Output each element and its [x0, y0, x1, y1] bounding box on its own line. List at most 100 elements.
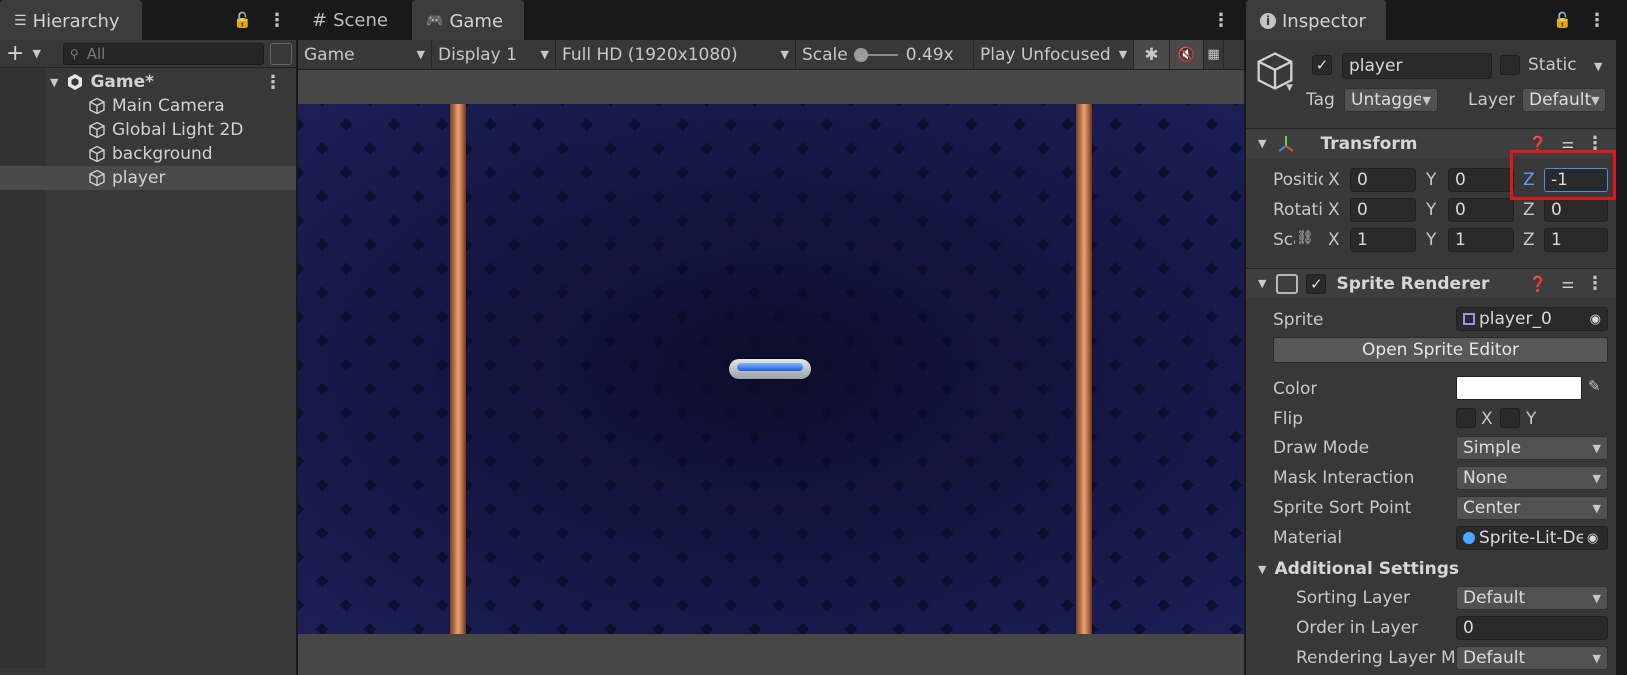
tree-row-global-light[interactable]: Global Light 2D — [0, 118, 296, 142]
hierarchy-search-input[interactable]: ⚲ All — [62, 42, 264, 65]
rotation-x-label[interactable]: X — [1328, 200, 1340, 220]
flip-y-label: Y — [1526, 409, 1537, 429]
foldout-chevron-icon[interactable]: ▼ — [1258, 277, 1266, 290]
scale-z-input[interactable]: 1 — [1544, 228, 1608, 252]
sprite-renderer-enabled-checkbox[interactable]: ✓ — [1306, 273, 1327, 294]
scale-z-label[interactable]: Z — [1523, 230, 1535, 250]
order-in-layer-input[interactable]: 0 — [1456, 616, 1608, 640]
tab-game[interactable]: 🎮 Game — [412, 0, 524, 40]
help-icon[interactable]: ❓ — [1529, 275, 1548, 293]
constrain-proportions-icon[interactable]: ⛓ — [1296, 230, 1314, 246]
scale-slider[interactable]: Scale 0.49x — [796, 40, 974, 69]
game-render[interactable] — [298, 104, 1244, 634]
lock-icon[interactable]: 🔓 — [227, 0, 258, 40]
position-y-input[interactable]: 0 — [1448, 168, 1514, 192]
add-dropdown-chevron-icon[interactable]: ▼ — [32, 47, 40, 60]
rotation-z-label[interactable]: Z — [1523, 200, 1535, 220]
mute-toggle[interactable]: 🔇 — [1170, 40, 1204, 69]
sprite-renderer-menu-icon[interactable]: ⋮ — [1586, 273, 1604, 294]
open-sprite-editor-button[interactable]: Open Sprite Editor — [1273, 337, 1608, 363]
tab-inspector-label: Inspector — [1282, 10, 1366, 32]
root-menu-icon[interactable]: ⋮ — [264, 72, 296, 93]
rotation-z-input[interactable]: 0 — [1544, 198, 1608, 222]
layer-dropdown[interactable]: Default ▼ — [1522, 88, 1606, 112]
chevron-down-icon: ▼ — [1118, 48, 1128, 61]
sort-point-value: Center — [1463, 498, 1521, 518]
material-object-field[interactable]: Sprite-Lit-Default ◉ — [1456, 526, 1608, 550]
scale-y-label[interactable]: Y — [1426, 230, 1436, 250]
rotation-y-label[interactable]: Y — [1426, 200, 1436, 220]
sort-point-label: Sprite Sort Point — [1273, 498, 1412, 518]
position-y-label[interactable]: Y — [1426, 170, 1436, 190]
stats-icon: ▦ — [1207, 47, 1220, 62]
tab-inspector[interactable]: i Inspector — [1246, 0, 1386, 40]
active-checkbox[interactable]: ✓ — [1312, 55, 1332, 75]
tab-scene[interactable]: # Scene — [298, 0, 412, 40]
sprite-renderer-title: Sprite Renderer — [1336, 273, 1490, 294]
mask-interaction-label: Mask Interaction — [1273, 468, 1415, 488]
tree-row-player[interactable]: player — [0, 166, 296, 190]
presets-icon[interactable]: ⚌ — [1561, 276, 1574, 292]
game-mode-dropdown[interactable]: Game ▼ — [298, 40, 432, 69]
rendering-layer-label: Rendering Layer Mask — [1296, 648, 1454, 668]
static-checkbox[interactable] — [1500, 55, 1520, 75]
expand-chevron-icon[interactable]: ▼ — [50, 76, 58, 89]
rotation-y-value: 0 — [1455, 200, 1466, 220]
play-mode-dropdown[interactable]: Play Unfocused ▼ — [974, 40, 1134, 69]
color-swatch[interactable] — [1456, 376, 1582, 400]
game-menu-icon[interactable]: ⋮ — [1198, 0, 1244, 40]
position-x-input[interactable]: 0 — [1350, 168, 1416, 192]
sorting-layer-dropdown[interactable]: Default ▼ — [1456, 586, 1608, 610]
foldout-chevron-icon[interactable]: ▼ — [1258, 137, 1266, 150]
sprite-value: player_0 — [1479, 309, 1552, 329]
scale-y-input[interactable]: 1 — [1448, 228, 1514, 252]
sort-point-dropdown[interactable]: Center ▼ — [1456, 496, 1608, 520]
flip-label: Flip — [1273, 409, 1304, 429]
scene-visibility-icon[interactable] — [270, 42, 292, 65]
scale-x-label[interactable]: X — [1328, 230, 1340, 250]
eyedropper-icon[interactable]: ✎ — [1588, 377, 1601, 395]
flip-y-checkbox[interactable] — [1500, 408, 1520, 428]
object-picker-icon[interactable]: ◉ — [1587, 531, 1598, 546]
inspector-menu-icon[interactable]: ⋮ — [1578, 0, 1616, 40]
rotation-x-input[interactable]: 0 — [1350, 198, 1416, 222]
tag-dropdown[interactable]: Untagged▼ — [1344, 88, 1438, 112]
slider-track[interactable] — [853, 47, 898, 62]
resolution-dropdown[interactable]: Full HD (1920x1080) ▼ — [556, 40, 796, 69]
flip-x-checkbox[interactable] — [1456, 408, 1476, 428]
position-x-label[interactable]: X — [1328, 170, 1340, 190]
additional-settings-header[interactable]: ▼ Additional Settings — [1246, 556, 1616, 582]
sorting-layer-value: Default — [1463, 588, 1526, 608]
add-icon[interactable]: + — [4, 41, 26, 66]
mask-interaction-dropdown[interactable]: None ▼ — [1456, 466, 1608, 490]
object-picker-icon[interactable]: ◉ — [1590, 312, 1601, 327]
gameobject-cube-icon — [88, 145, 106, 163]
tree-row-root[interactable]: ▼ Game* ⋮ — [0, 70, 296, 94]
rotation-y-input[interactable]: 0 — [1448, 198, 1514, 222]
scale-x-input[interactable]: 1 — [1350, 228, 1416, 252]
sprite-renderer-header[interactable]: ▼ ✓ Sprite Renderer ❓ ⚌ ⋮ — [1246, 268, 1616, 298]
tag-value: Untagged — [1351, 90, 1421, 110]
object-name-input[interactable]: player — [1342, 53, 1492, 79]
info-icon: i — [1260, 13, 1276, 29]
draw-mode-dropdown[interactable]: Simple ▼ — [1456, 436, 1608, 460]
tree-row-main-camera[interactable]: Main Camera — [0, 94, 296, 118]
slider-handle[interactable] — [853, 47, 868, 62]
flip-x-label: X — [1481, 409, 1493, 429]
icon-dropdown-chevron-icon[interactable]: ▼ — [1286, 83, 1293, 93]
rotation-x-value: 0 — [1357, 200, 1368, 220]
stats-toggle[interactable]: ▦ — [1204, 40, 1224, 69]
tab-hierarchy[interactable]: ☰ Hierarchy — [0, 0, 142, 40]
rendering-layer-dropdown[interactable]: Default ▼ — [1456, 646, 1608, 670]
static-dropdown-chevron-icon[interactable]: ▼ — [1594, 60, 1602, 73]
tree-row-background[interactable]: background — [0, 142, 296, 166]
foldout-chevron-icon[interactable]: ▼ — [1258, 563, 1266, 576]
scale-z-value: 1 — [1551, 230, 1562, 250]
gameobject-cube-icon — [88, 121, 106, 139]
hierarchy-menu-icon[interactable]: ⋮ — [258, 0, 296, 40]
sprite-object-field[interactable]: player_0 ◉ — [1456, 307, 1608, 331]
lock-icon[interactable]: 🔓 — [1547, 0, 1578, 40]
display-dropdown[interactable]: Display 1 ▼ — [432, 40, 556, 69]
bug-icon: ✱ — [1144, 44, 1159, 65]
bug-toggle[interactable]: ✱ — [1134, 40, 1170, 69]
